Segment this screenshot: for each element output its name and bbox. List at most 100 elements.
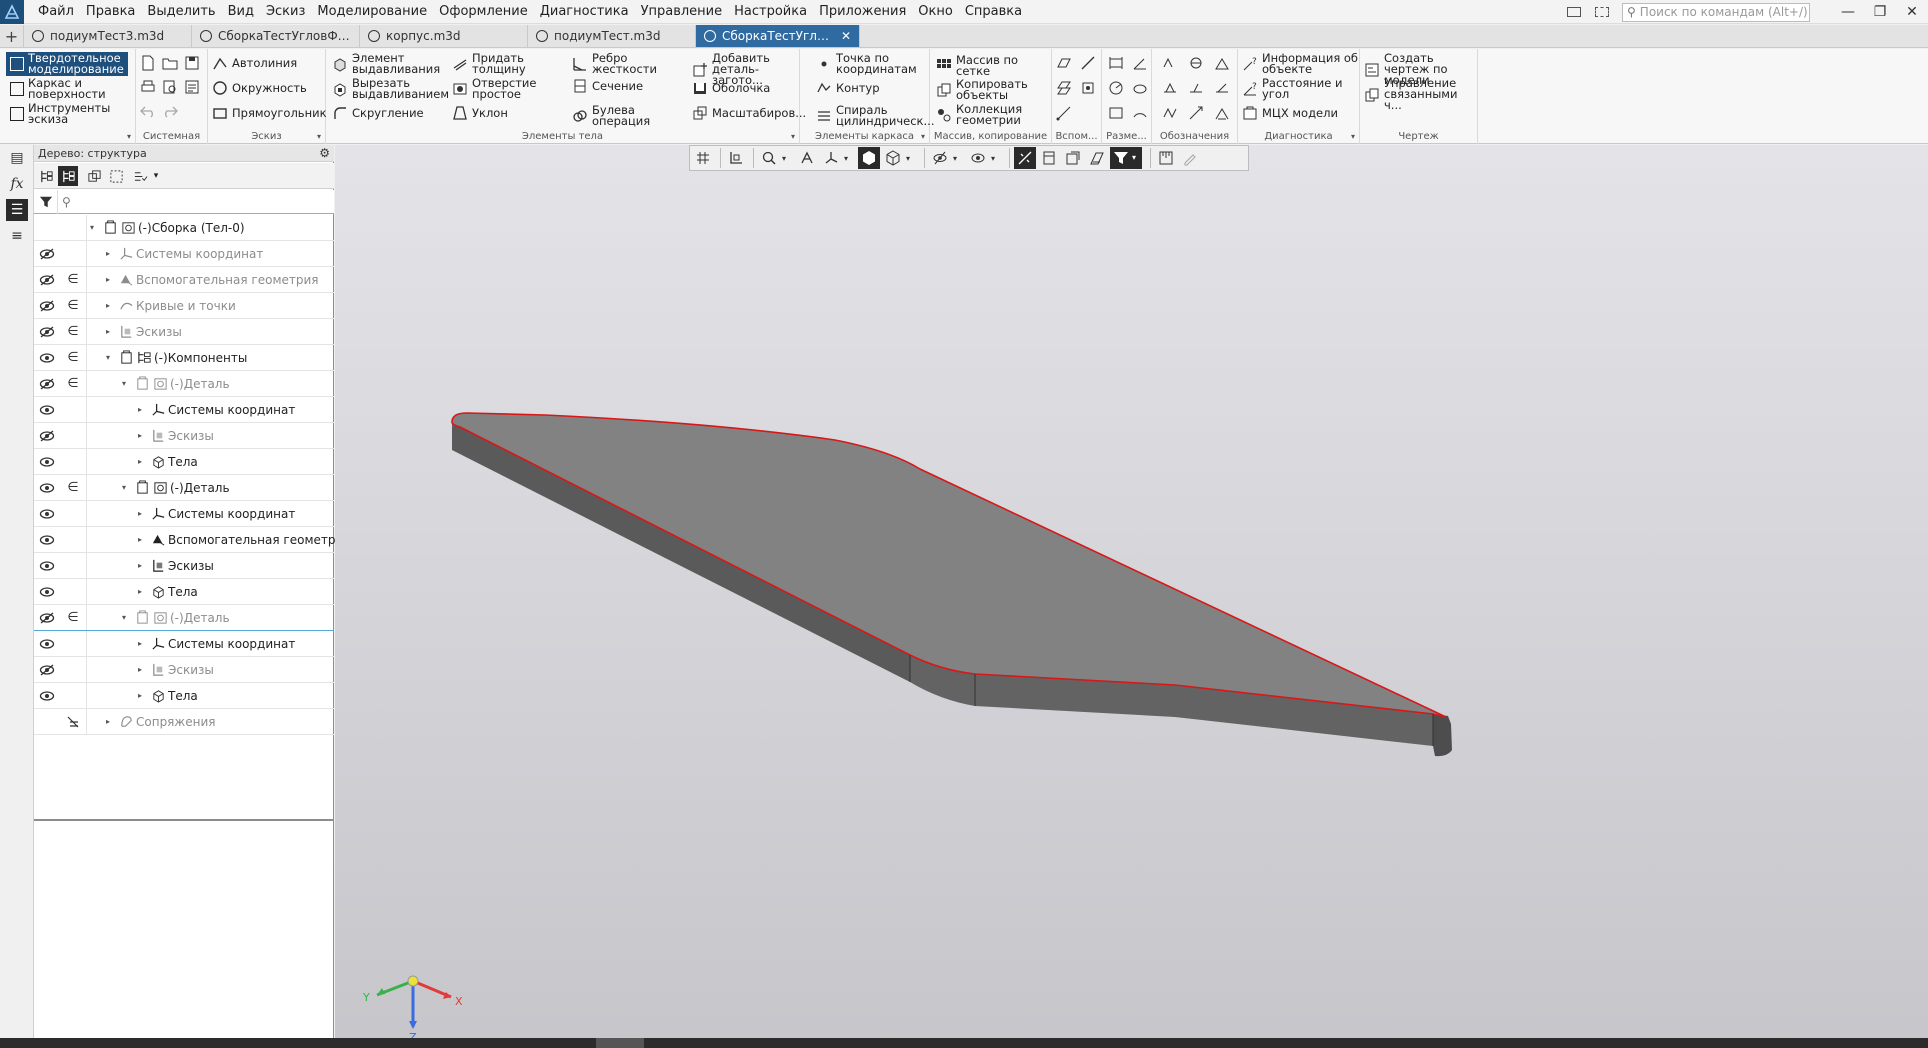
- expand-arrow-icon[interactable]: ▸: [106, 275, 116, 284]
- properties-icon[interactable]: [182, 77, 202, 97]
- eye-icon[interactable]: [34, 449, 60, 474]
- new-document-button[interactable]: +: [0, 25, 24, 47]
- thread-icon[interactable]: [1160, 103, 1180, 123]
- expand-arrow-icon[interactable]: ▸: [106, 249, 116, 258]
- arc-dimension-icon[interactable]: [1130, 103, 1150, 123]
- tree-structure-icon[interactable]: [36, 166, 56, 186]
- document-tab-1[interactable]: СборкаТестУгловФи...: [192, 25, 360, 47]
- chevron-down-icon[interactable]: ▾: [953, 154, 963, 163]
- menu-item-12[interactable]: Справка: [959, 0, 1028, 24]
- mode-solid-modeling[interactable]: Твердотельное моделирование: [6, 52, 128, 76]
- hide-objects-icon[interactable]: [929, 147, 951, 169]
- geometry-collection-button[interactable]: Коллекция геометрии: [936, 103, 1050, 126]
- autoline-button[interactable]: Автолиния: [212, 55, 297, 71]
- expand-arrow-icon[interactable]: ▸: [138, 665, 148, 674]
- menu-item-6[interactable]: Оформление: [433, 0, 534, 24]
- chevron-down-icon[interactable]: ▾: [1132, 147, 1142, 169]
- include-in-calc-icon[interactable]: ∈: [60, 605, 86, 630]
- local-cs-icon[interactable]: [725, 147, 747, 169]
- simple-hole-button[interactable]: Отверстие простое: [452, 77, 552, 100]
- tree-panel-divider[interactable]: [34, 819, 334, 821]
- offset-plane-icon[interactable]: [1054, 78, 1074, 98]
- eye-icon[interactable]: [34, 527, 60, 552]
- tree-node[interactable]: ▸ Вспомогательная геометрия: [106, 267, 319, 292]
- tree-node[interactable]: ▸ Эскизы: [138, 657, 214, 682]
- expand-arrow-icon[interactable]: ▸: [138, 509, 148, 518]
- leader-icon[interactable]: [1186, 53, 1206, 73]
- section-button[interactable]: Сечение: [572, 78, 672, 94]
- line-aux-icon[interactable]: [1054, 103, 1074, 123]
- eye-icon[interactable]: [34, 553, 60, 578]
- tree-node[interactable]: ▸ Вспомогательная геометрия: [138, 527, 351, 552]
- tree-row[interactable]: ▸ Тела: [34, 683, 334, 709]
- gear-icon[interactable]: ⚙: [319, 145, 330, 162]
- eye-hidden-icon[interactable]: [34, 423, 60, 448]
- tree-node[interactable]: ▾ (-)Деталь: [122, 475, 230, 500]
- mate-state-icon[interactable]: [60, 709, 86, 734]
- tree-node[interactable]: ▸ Эскизы: [138, 553, 214, 578]
- layers-icon[interactable]: ≡: [6, 225, 28, 247]
- menu-item-10[interactable]: Приложения: [813, 0, 912, 24]
- distance-angle-button[interactable]: ? Расстояние и угол: [1242, 77, 1358, 100]
- rotate-icon[interactable]: [796, 147, 818, 169]
- contour-button[interactable]: Контур: [816, 80, 928, 96]
- radius-dimension-icon[interactable]: [1106, 78, 1126, 98]
- chevron-down-icon[interactable]: ▾: [782, 154, 792, 163]
- mass-properties-button[interactable]: МЦХ модели: [1242, 105, 1358, 121]
- tree-selection-icon[interactable]: [106, 166, 126, 186]
- object-info-button[interactable]: ? Информация об объекте: [1242, 52, 1358, 75]
- tree-node[interactable]: ▸ Эскизы: [138, 423, 214, 448]
- collapse-arrow-icon[interactable]: ▾: [122, 483, 132, 492]
- eye-hidden-icon[interactable]: [34, 241, 60, 266]
- expand-arrow-icon[interactable]: ▸: [138, 691, 148, 700]
- tree-node[interactable]: ▸ Системы координат: [138, 501, 295, 526]
- tree-node[interactable]: ▸ Сопряжения: [106, 709, 215, 734]
- view-orient-icon[interactable]: [1038, 147, 1060, 169]
- menu-item-9[interactable]: Настройка: [728, 0, 813, 24]
- selection-filter-icon[interactable]: [1110, 147, 1132, 169]
- tree-row[interactable]: ▸ Системы координат: [34, 241, 334, 267]
- tree-row[interactable]: ▸ Сопряжения: [34, 709, 334, 735]
- chevron-down-icon[interactable]: ▾: [991, 154, 1001, 163]
- tree-node[interactable]: ▸ Эскизы: [106, 319, 182, 344]
- tree-filter-options-icon[interactable]: [130, 166, 150, 186]
- tree-node[interactable]: ▸ Тела: [138, 449, 198, 474]
- print-icon[interactable]: [138, 77, 158, 97]
- menu-item-1[interactable]: Правка: [80, 0, 141, 24]
- eye-icon[interactable]: [34, 475, 60, 500]
- chevron-down-icon[interactable]: ▾: [921, 130, 925, 144]
- tree-row[interactable]: ▸ Эскизы: [34, 553, 334, 579]
- tree-node[interactable]: ▾ (-)Деталь: [122, 371, 230, 396]
- menu-item-3[interactable]: Вид: [222, 0, 260, 24]
- axis-icon[interactable]: [1078, 53, 1098, 73]
- include-in-calc-icon[interactable]: ∈: [60, 267, 86, 292]
- menu-item-8[interactable]: Управление: [635, 0, 729, 24]
- close-window-button[interactable]: ✕: [1896, 0, 1928, 24]
- measure-icon[interactable]: [1155, 147, 1177, 169]
- tree-row[interactable]: ∈ ▾ (-)Компоненты: [34, 345, 334, 371]
- save-icon[interactable]: [182, 53, 202, 73]
- tree-row[interactable]: ∈ ▾ (-)Деталь: [34, 605, 334, 631]
- rib-button[interactable]: Ребро жесткости: [572, 52, 672, 75]
- horizontal-scrollbar-thumb[interactable]: [596, 1038, 644, 1048]
- collapse-arrow-icon[interactable]: ▾: [90, 223, 100, 232]
- tree-row[interactable]: ∈ ▸ Кривые и точки: [34, 293, 334, 319]
- tree-node[interactable]: ▾ (-)Сборка (Тел-0): [90, 215, 245, 240]
- properties-panel-icon[interactable]: ▤: [6, 147, 28, 169]
- tree-node[interactable]: ▸ Системы координат: [106, 241, 263, 266]
- include-in-calc-icon[interactable]: ∈: [60, 345, 86, 370]
- tree-node[interactable]: ▸ Тела: [138, 683, 198, 708]
- expand-arrow-icon[interactable]: ▸: [138, 431, 148, 440]
- minimize-button[interactable]: —: [1832, 0, 1864, 24]
- tree-node[interactable]: ▸ Системы координат: [138, 631, 295, 656]
- weld-icon[interactable]: [1160, 78, 1180, 98]
- collapse-arrow-icon[interactable]: ▾: [122, 613, 132, 622]
- tree-row[interactable]: ▾ (-)Сборка (Тел-0): [34, 215, 334, 241]
- tree-row[interactable]: ∈ ▾ (-)Деталь: [34, 475, 334, 501]
- grid-icon[interactable]: [692, 147, 714, 169]
- shell-button[interactable]: Оболочка: [692, 80, 800, 96]
- expand-arrow-icon[interactable]: ▸: [138, 457, 148, 466]
- 3d-viewport[interactable]: ▾ ▾ ▾ ▾ ▾ ▾ X Y Z: [335, 145, 1928, 1038]
- copy-objects-button[interactable]: Копировать объекты: [936, 78, 1050, 101]
- section-view-icon[interactable]: [967, 147, 989, 169]
